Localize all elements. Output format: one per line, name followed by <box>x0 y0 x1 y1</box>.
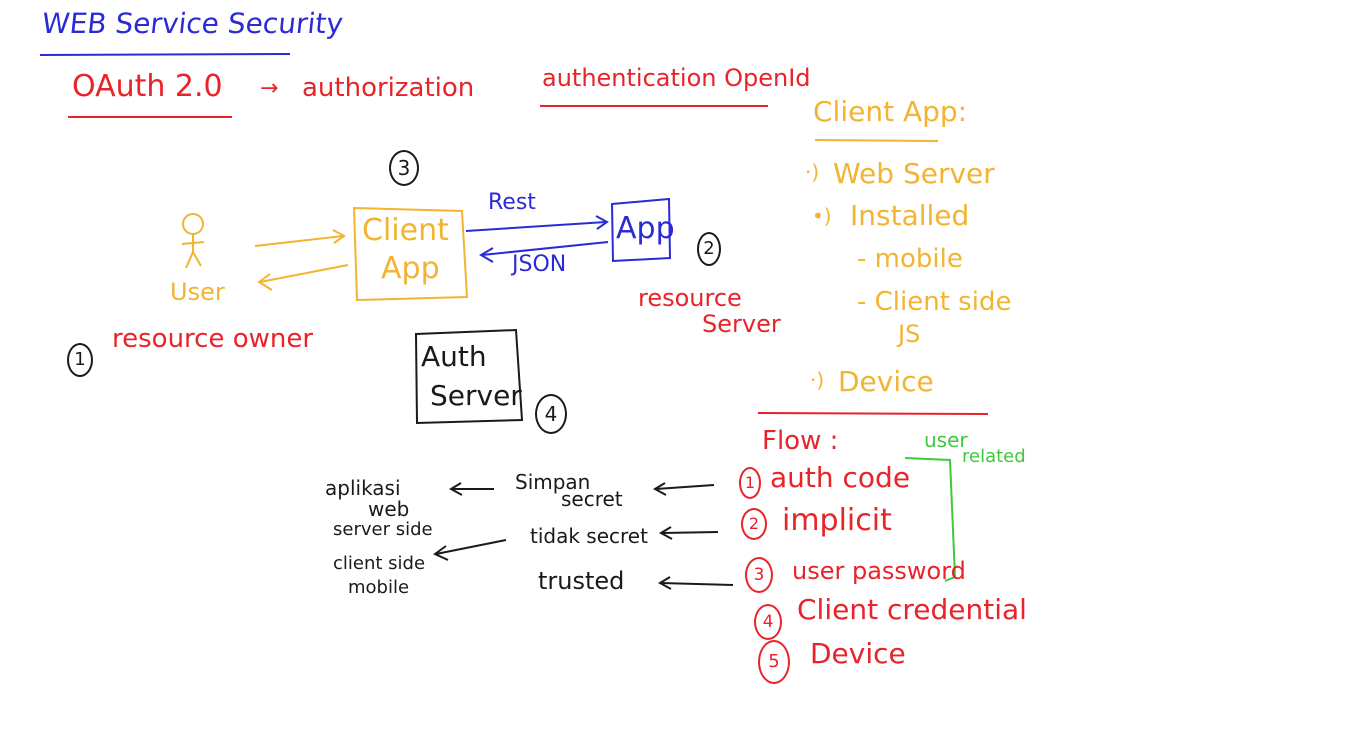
flow-number-4-text: 4 <box>762 611 774 632</box>
flow-number-5-text: 5 <box>768 651 780 672</box>
client-type-web-server: Web Server <box>833 157 995 190</box>
client-app-underline <box>814 139 939 142</box>
flow-number-3: 3 <box>745 557 773 593</box>
title-underline <box>39 53 291 56</box>
resource-owner-number: 1 <box>67 343 93 377</box>
client-app-line2: App <box>381 251 440 286</box>
flow-heading: Flow : <box>762 426 839 456</box>
app-server-side: server side <box>333 519 433 540</box>
flow-client-credential: Client credential <box>797 593 1027 626</box>
flow-number-1: 1 <box>739 467 761 499</box>
auth-server-number: 4 <box>535 394 567 434</box>
resource-server-line2: Server <box>702 310 781 338</box>
client-app-number: 3 <box>389 150 419 186</box>
client-type-client-side: - Client side <box>857 287 1012 317</box>
flow-number-2: 2 <box>741 508 767 540</box>
app-aplikasi: aplikasi <box>325 476 401 500</box>
user-figure <box>181 213 205 269</box>
app-label: App <box>616 211 675 246</box>
client-app-line1: Client <box>362 213 449 248</box>
secret-trusted: trusted <box>538 567 625 595</box>
auth-server-line2: Server <box>430 379 522 412</box>
secret-secret: secret <box>561 487 623 511</box>
secret-tidak: tidak secret <box>530 524 648 548</box>
openid-label: authentication OpenId <box>542 64 811 92</box>
flow-number-4: 4 <box>754 604 782 640</box>
client-app-types-heading: Client App: <box>813 95 968 128</box>
json-label: JSON <box>512 252 567 277</box>
resource-owner-number-text: 1 <box>74 349 86 370</box>
resource-server-number-text: 2 <box>703 238 715 259</box>
auth-server-line1: Auth <box>421 340 487 373</box>
resource-owner-label: resource owner <box>112 324 314 354</box>
bullet-dot: ·) <box>810 368 825 392</box>
rest-label: Rest <box>488 190 536 215</box>
client-app-number-text: 3 <box>397 156 411 180</box>
flow-auth-code: auth code <box>770 461 911 494</box>
client-type-js: JS <box>898 320 921 348</box>
app-web: web <box>368 497 410 521</box>
user-label: User <box>170 278 225 306</box>
oauth-arrow: → <box>260 76 279 101</box>
page-title: WEB Service Security <box>40 7 345 40</box>
oauth-label: OAuth 2.0 <box>72 69 223 104</box>
app-mobile: mobile <box>348 577 410 598</box>
flow-separator <box>757 412 989 415</box>
bullet-dot: •) <box>812 204 832 228</box>
flow-user-password: user password <box>792 557 966 585</box>
whiteboard-drawing <box>39 53 989 590</box>
flow-number-2-text: 2 <box>748 514 760 533</box>
auth-server-number-text: 4 <box>544 402 558 426</box>
user-client-arrows <box>254 229 349 291</box>
user-related-label-2: related <box>962 446 1026 467</box>
flow-device: Device <box>810 637 906 670</box>
flow-number-5: 5 <box>758 640 790 684</box>
client-type-installed: Installed <box>850 199 970 232</box>
client-type-mobile: - mobile <box>857 244 963 274</box>
oauth-purpose: authorization <box>302 73 475 103</box>
resource-server-number: 2 <box>697 232 721 266</box>
client-type-device: Device <box>838 365 934 398</box>
flow-implicit: implicit <box>782 503 892 538</box>
flow-number-1-text: 1 <box>744 473 756 492</box>
resource-server-line1: resource <box>638 284 742 312</box>
flow-number-3-text: 3 <box>753 564 765 585</box>
app-client-side: client side <box>333 553 426 574</box>
bullet-dot: ·) <box>805 160 820 184</box>
